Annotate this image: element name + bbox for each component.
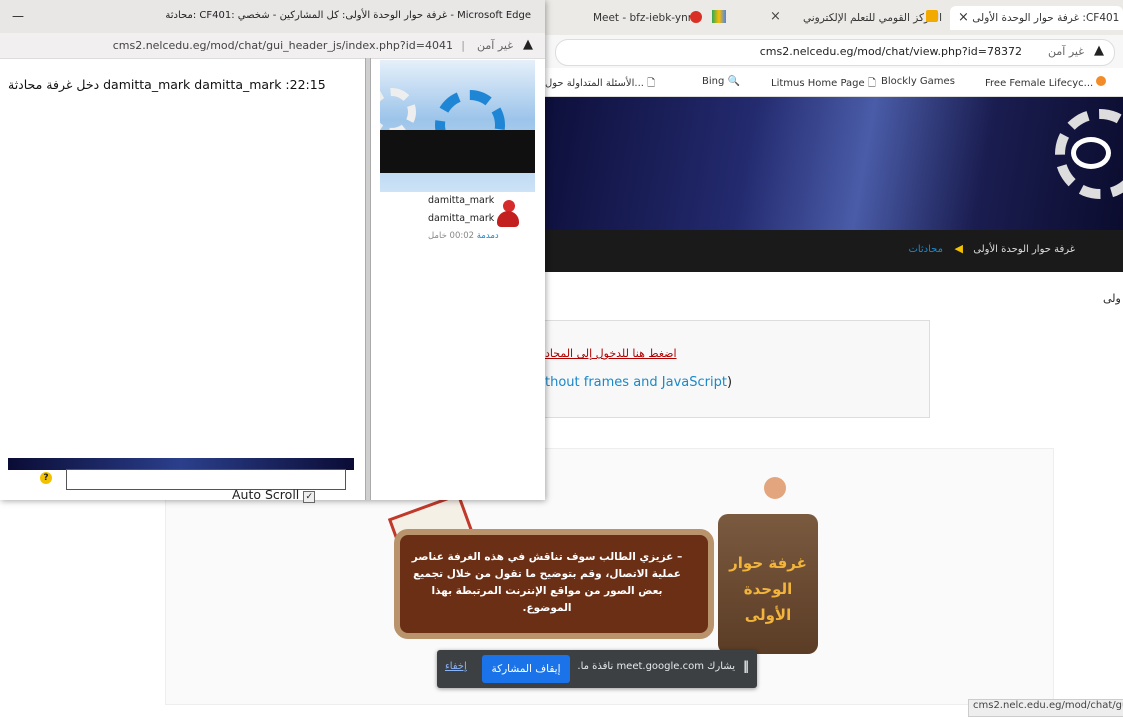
- tab-chat-room-active[interactable]: × غرفة حوار الوحدة الأولى :CF401: [950, 6, 1123, 30]
- fav-litmus[interactable]: Litmus Home Page 🗋: [771, 76, 876, 93]
- warning-icon: ▲: [523, 37, 533, 52]
- screen-share-notice: إخفاء إيقاف المشاركة يشارك meet.google.c…: [437, 650, 757, 688]
- description-panel: – عزيزي الطالب سوف تناقش في هذه الغرفة ع…: [394, 529, 714, 639]
- user-idle-status: دمدمة 00:02 خامل: [428, 231, 499, 241]
- meet-favicon-icon: [712, 10, 726, 23]
- pause-icon: ‖: [743, 659, 749, 673]
- breadcrumb: غرفة حوار الوحدة الأولى ◀ محادثات: [545, 230, 1123, 272]
- ring-icon: [1071, 137, 1111, 169]
- frame-divider[interactable]: [365, 58, 371, 500]
- user-last-name[interactable]: damitta_mark: [428, 213, 494, 224]
- popup-url: cms2.nelcedu.eg/mod/chat/gui_header_js/i…: [112, 39, 453, 52]
- orange-circle-icon: [1096, 76, 1107, 86]
- arrow-left-icon: ◀: [954, 242, 963, 255]
- person-icon: [764, 477, 786, 499]
- warning-icon: ▲: [1094, 43, 1104, 58]
- popup-title-bar: — محادثة: CF401: غرفة حوار الوحدة الأولى…: [0, 0, 545, 33]
- stop-sharing-button[interactable]: إيقاف المشاركة: [482, 655, 570, 683]
- search-icon: 🔍: [727, 76, 740, 87]
- close-tab-icon[interactable]: ×: [958, 10, 969, 25]
- course-banner: [545, 97, 1123, 230]
- address-field[interactable]: غير آمن ▲ cms2.nelcedu.eg/mod/chat/view.…: [555, 39, 1115, 66]
- share-notice-text: يشارك meet.google.com نافذة ما.: [577, 661, 735, 672]
- popup-title: محادثة: CF401: غرفة حوار الوحدة الأولى: …: [165, 10, 531, 21]
- fav-blockly[interactable]: Blockly Games: [881, 76, 955, 87]
- redacted-block: [380, 130, 535, 173]
- auto-scroll-checkbox[interactable]: ✓: [303, 491, 316, 503]
- close-tab-icon[interactable]: ×: [770, 9, 781, 24]
- help-icon[interactable]: ?: [40, 472, 52, 484]
- fav-bing[interactable]: Bing 🔍: [702, 76, 740, 87]
- fav-faq[interactable]: الأسئلة المتداولة حول... 🗋: [545, 76, 655, 93]
- beep-link[interactable]: دمدمة: [477, 231, 499, 241]
- chat-message: 22:15: damitta_mark damitta_mark دخل غرف…: [8, 77, 326, 92]
- gear-icon: [380, 88, 416, 136]
- room-badge: غرفة حوار الوحدة الأولى: [718, 514, 818, 654]
- status-url: cms2.nelc.edu.eg/mod/chat/gu: [968, 699, 1123, 717]
- minimize-button[interactable]: —: [12, 9, 24, 23]
- breadcrumb-chats-link[interactable]: محادثات: [908, 244, 943, 255]
- enter-chat-link[interactable]: اضغط هنا للدخول إلى المحاد: [545, 347, 677, 360]
- user-first-name[interactable]: damitta_mark: [428, 195, 494, 206]
- page-heading: ولى: [1103, 292, 1121, 305]
- no-frames-link[interactable]: thout frames and JavaScript: [545, 375, 727, 390]
- address-divider: |: [461, 39, 465, 52]
- popup-address-bar: ▲ غير آمن | cms2.nelcedu.eg/mod/chat/gui…: [0, 33, 545, 59]
- nelc-favicon-icon: [926, 10, 938, 22]
- user-avatar-icon: [497, 200, 519, 228]
- tab-nelc[interactable]: المركز القومي للتعلم الإلكتروني: [792, 6, 942, 30]
- favorites-bar: الأسئلة المتداولة حول... 🗋 Bing 🔍 Litmus…: [545, 70, 1123, 97]
- chat-entry-box: اضغط هنا للدخول إلى المحاد thout frames …: [545, 320, 930, 418]
- hide-share-link[interactable]: إخفاء: [445, 661, 467, 672]
- background-address-bar: غير آمن ▲ cms2.nelcedu.eg/mod/chat/view.…: [545, 35, 1123, 68]
- tab-meet[interactable]: Meet - bfz-iebk-ynm: [548, 6, 698, 30]
- auto-scroll-control[interactable]: Auto Scroll ✓: [232, 487, 316, 503]
- recording-icon: [690, 11, 702, 23]
- fav-female-lifecycle[interactable]: Free Female Lifecyc...: [985, 76, 1107, 89]
